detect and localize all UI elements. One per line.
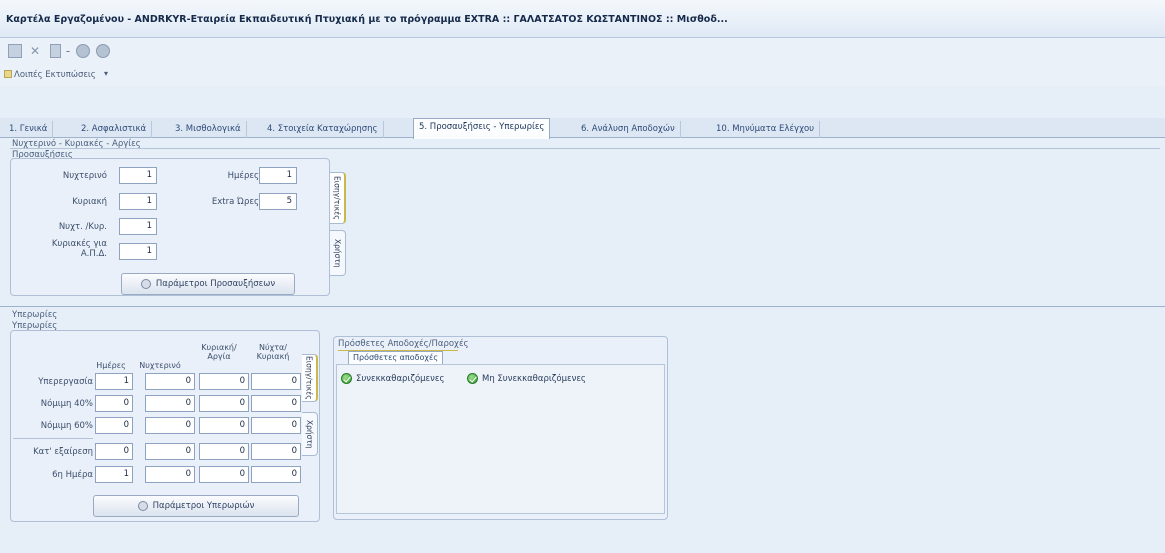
extra-hours-input[interactable]: 5 <box>259 193 297 210</box>
tab-overtime[interactable]: 5. Προσαυξήσεις - Υπερωρίες <box>413 118 551 139</box>
divider <box>0 306 1165 307</box>
sundays-apd-label-2: Α.Π.Δ. <box>80 249 107 259</box>
days-label: Ημέρες <box>227 171 259 181</box>
sunday-input[interactable]: 1 <box>119 193 157 210</box>
cell-overwork-sunday[interactable]: 0 <box>199 373 249 390</box>
cell-overwork-days[interactable]: 1 <box>95 373 133 390</box>
sundays-apd-input[interactable]: 1 <box>119 243 157 260</box>
sundays-apd-label: Κυριακές για <box>51 239 107 249</box>
night-sunday-input[interactable]: 1 <box>119 218 157 235</box>
surcharge-params-button[interactable]: Παράμετροι Προσαυξήσεων <box>121 273 295 295</box>
overtime-params-label: Παράμετροι Υπερωριών <box>152 501 255 511</box>
days-input[interactable]: 1 <box>259 167 297 184</box>
overtime-params-button[interactable]: Παράμετροι Υπερωριών <box>93 495 299 517</box>
tab-suggested-surcharges[interactable]: Εισηγ/τικές <box>330 172 346 224</box>
row-label-overwork: Υπερεργασία <box>38 377 93 387</box>
save-icon[interactable] <box>8 44 22 58</box>
cell-legal60-days[interactable]: 0 <box>95 417 133 434</box>
tab-registration[interactable]: 4. Στοιχεία Καταχώρησης <box>262 121 384 138</box>
print-menu-bar: Λοιπές Εκτυπώσεις ▾ <box>0 64 1165 86</box>
cell-sixthday-night[interactable]: 0 <box>145 466 195 483</box>
cell-legal40-night-sunday[interactable]: 0 <box>251 395 301 412</box>
circle-icon[interactable] <box>96 44 110 58</box>
print-menu[interactable]: Λοιπές Εκτυπώσεις <box>14 70 96 80</box>
icon-toolbar: ✕ - <box>0 38 1165 64</box>
cell-sixthday-night-sunday[interactable]: 0 <box>251 466 301 483</box>
extra-pay-content: Συνεκκαθαριζόμενες Μη Συνεκκαθαριζόμενες <box>336 364 665 514</box>
option-not-co-cleared[interactable]: Μη Συνεκκαθαριζόμενες <box>482 374 586 384</box>
row-label-sixth-day: 6η Ημέρα <box>52 470 93 480</box>
settings-icon <box>137 501 148 511</box>
side-tab-label: Εισηγ/τικές <box>304 356 314 400</box>
tab-extra-pay[interactable]: Πρόσθετες αποδοχές <box>348 351 444 364</box>
row-label-exceptional: Κατ' εξαίρεση <box>33 447 93 457</box>
dropdown-dash-icon[interactable]: - <box>64 44 72 58</box>
overtime-section-header: Υπερωρίες <box>12 310 58 320</box>
delete-icon[interactable]: ✕ <box>28 44 42 58</box>
tab-insurance[interactable]: 2. Ασφαλιστικά <box>76 121 153 138</box>
divider <box>13 438 93 439</box>
extra-hours-label: Extra Ώρες <box>211 197 259 207</box>
window-title: Καρτέλα Εργαζομένου - ANDRKYR-Εταιρεία Ε… <box>6 14 728 25</box>
cell-legal60-sunday[interactable]: 0 <box>199 417 249 434</box>
side-tab-label: Χρήστη <box>305 419 314 449</box>
row-label-legal-60: Νόμιμη 60% <box>40 421 93 431</box>
tab-bar: 1. Γενικά 2. Ασφαλιστικά 3. Μισθολογικά … <box>0 118 1165 139</box>
cell-exceptional-night-sunday[interactable]: 0 <box>251 443 301 460</box>
night-input[interactable]: 1 <box>119 167 157 184</box>
col-days: Ημέρες <box>96 361 126 370</box>
col-sunday-holiday: Κυριακή/ Αργία <box>201 343 237 361</box>
night-sunday-label: Νυχτ. /Κυρ. <box>58 222 107 232</box>
tab-general[interactable]: 1. Γενικά <box>4 121 54 138</box>
check-circle-icon[interactable] <box>467 373 478 384</box>
cell-sixthday-sunday[interactable]: 0 <box>199 466 249 483</box>
cell-exceptional-night[interactable]: 0 <box>145 443 195 460</box>
tab-suggested-overtime[interactable]: Εισηγ/τικές <box>302 354 318 402</box>
cell-legal40-sunday[interactable]: 0 <box>199 395 249 412</box>
check-circle-icon[interactable] <box>341 373 352 384</box>
overtime-panel: Ημέρες Νυχτερινό Κυριακή/ Αργία Νύχτα/ Κ… <box>10 330 320 522</box>
cell-legal40-night[interactable]: 0 <box>145 395 195 412</box>
document-icon[interactable] <box>50 44 61 58</box>
circle-icon[interactable] <box>76 44 90 58</box>
settings-icon <box>140 279 151 289</box>
extra-pay-panel: Πρόσθετες Αποδοχές/Παροχές Πρόσθετες απο… <box>333 336 668 520</box>
cell-legal60-night-sunday[interactable]: 0 <box>251 417 301 434</box>
option-co-cleared[interactable]: Συνεκκαθαριζόμενες <box>356 374 445 384</box>
cell-legal40-days[interactable]: 0 <box>95 395 133 412</box>
tab-payroll[interactable]: 3. Μισθολογικά <box>170 121 247 138</box>
tab-user-surcharges[interactable]: Χρήστη <box>330 230 346 276</box>
tab-check-messages[interactable]: 10. Μηνύματα Ελέγχου <box>711 121 821 138</box>
extra-pay-header: Πρόσθετες Αποδοχές/Παροχές <box>338 339 469 349</box>
cell-sixthday-days[interactable]: 1 <box>95 466 133 483</box>
sunday-label: Κυριακή <box>72 197 107 207</box>
col-night: Νυχτερινό <box>139 361 181 370</box>
cell-overwork-night[interactable]: 0 <box>145 373 195 390</box>
title-bar: Καρτέλα Εργαζομένου - ANDRKYR-Εταιρεία Ε… <box>0 0 1165 38</box>
surcharges-panel: Νυχτερινό 1 Κυριακή 1 Νυχτ. /Κυρ. 1 Κυρι… <box>10 158 330 296</box>
cell-overwork-night-sunday[interactable]: 0 <box>251 373 301 390</box>
cell-exceptional-days[interactable]: 0 <box>95 443 133 460</box>
col-night-sunday: Νύχτα/ Κυριακή <box>256 343 290 361</box>
tab-user-overtime[interactable]: Χρήστη <box>302 412 318 456</box>
tab-earnings-analysis[interactable]: 6. Ανάλυση Αποδοχών <box>576 121 681 138</box>
row-label-legal-40: Νόμιμη 40% <box>40 399 93 409</box>
chevron-down-icon[interactable]: ▾ <box>104 69 108 78</box>
cell-legal60-night[interactable]: 0 <box>145 417 195 434</box>
print-icon <box>4 70 12 78</box>
surcharge-params-label: Παράμετροι Προσαυξήσεων <box>155 279 276 289</box>
divider <box>10 148 1160 149</box>
side-tab-label: Εισηγ/τικές <box>332 176 342 220</box>
cell-exceptional-sunday[interactable]: 0 <box>199 443 249 460</box>
night-label: Νυχτερινό <box>62 171 107 181</box>
side-tab-label: Χρήστη <box>333 238 342 268</box>
